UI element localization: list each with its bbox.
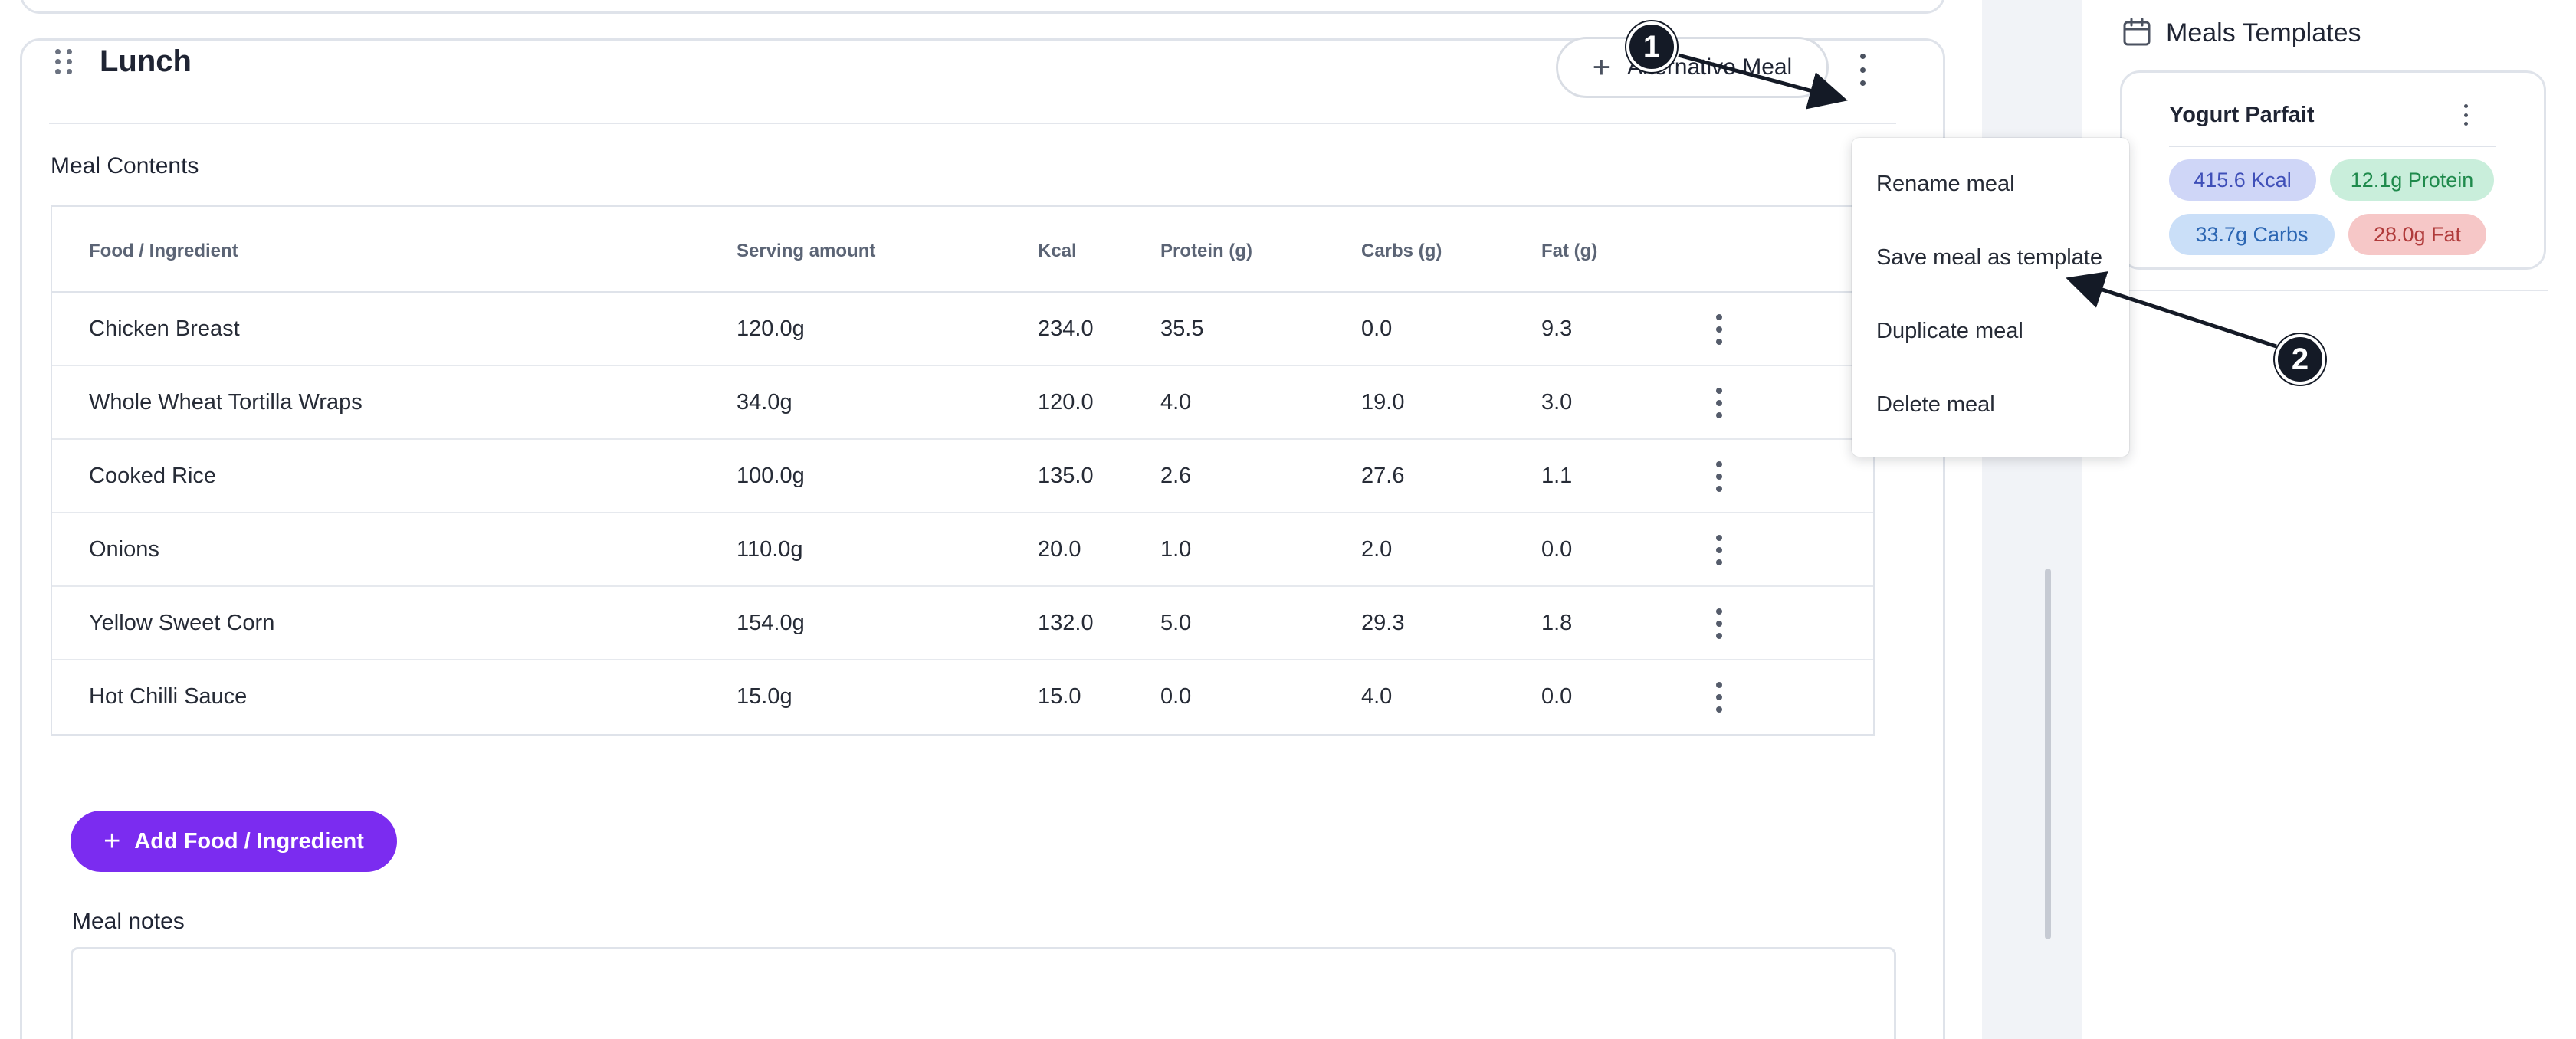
cell-food: Cooked Rice: [89, 464, 217, 488]
meal-options-icon[interactable]: [1855, 54, 1870, 86]
fat-badge: 28.0g Fat: [2348, 214, 2486, 255]
cell-kcal: 120.0: [1038, 390, 1094, 415]
plus-icon: +: [1592, 51, 1611, 84]
cell-protein: 35.5: [1160, 316, 1204, 341]
meal-contents-table: Food / Ingredient Serving amount Kcal Pr…: [51, 205, 1875, 736]
cell-serving[interactable]: 154.0g: [737, 611, 805, 636]
cell-kcal: 135.0: [1038, 464, 1094, 488]
protein-badge: 12.1g Protein: [2330, 159, 2494, 201]
cell-food: Hot Chilli Sauce: [89, 684, 248, 709]
cell-fat: 1.8: [1541, 611, 1573, 635]
cell-fat: 3.0: [1541, 390, 1573, 415]
plus-icon: +: [103, 825, 121, 857]
cell-food: Chicken Breast: [89, 316, 240, 341]
templates-title: Meals Templates: [2166, 18, 2361, 48]
table-row: Yellow Sweet Corn 154.0g 132.0 5.0 29.3 …: [52, 587, 1873, 660]
table-header: Food / Ingredient Serving amount Kcal Pr…: [52, 207, 1873, 293]
row-options-icon[interactable]: [1713, 314, 1725, 345]
add-food-label: Add Food / Ingredient: [134, 828, 364, 854]
meal-options-menu: Rename meal Save meal as template Duplic…: [1852, 138, 2129, 457]
alternative-meal-button[interactable]: + Alternative Meal: [1556, 37, 1829, 98]
row-options-icon[interactable]: [1713, 682, 1725, 713]
cell-kcal: 132.0: [1038, 611, 1094, 635]
table-row: Onions 110.0g 20.0 1.0 2.0 0.0: [52, 513, 1873, 587]
divider: [2082, 290, 2548, 291]
cell-serving[interactable]: 120.0g: [737, 316, 805, 342]
header-carbs: Carbs (g): [1361, 241, 1442, 261]
header-fat: Fat (g): [1541, 241, 1598, 261]
header-serving: Serving amount: [737, 241, 876, 261]
cell-carbs: 4.0: [1361, 684, 1393, 709]
add-food-button[interactable]: + Add Food / Ingredient: [71, 811, 397, 872]
kcal-badge: 415.6 Kcal: [2169, 159, 2316, 201]
callout-badge: 2: [2275, 334, 2325, 385]
meal-title: Lunch: [100, 44, 192, 78]
cell-carbs: 29.3: [1361, 611, 1405, 635]
cell-protein: 0.0: [1160, 684, 1192, 709]
divider: [49, 123, 1896, 124]
cell-fat: 1.1: [1541, 464, 1573, 488]
menu-item-duplicate[interactable]: Duplicate meal: [1876, 319, 2023, 344]
cell-protein: 5.0: [1160, 611, 1192, 635]
meal-contents-label: Meal Contents: [51, 153, 199, 179]
cell-food: Yellow Sweet Corn: [89, 611, 275, 635]
cell-food: Whole Wheat Tortilla Wraps: [89, 390, 363, 415]
cell-fat: 9.3: [1541, 316, 1573, 341]
divider: [2169, 146, 2496, 147]
meal-notes-label: Meal notes: [72, 909, 185, 934]
row-options-icon[interactable]: [1713, 535, 1725, 565]
calendar-icon: [2123, 18, 2151, 46]
header-food: Food / Ingredient: [89, 241, 238, 261]
cell-protein: 1.0: [1160, 537, 1192, 562]
previous-meal-card: [20, 0, 1945, 14]
cell-serving[interactable]: 34.0g: [737, 390, 792, 415]
row-options-icon[interactable]: [1713, 388, 1725, 418]
menu-item-delete[interactable]: Delete meal: [1876, 392, 1995, 418]
template-options-icon[interactable]: [2462, 104, 2469, 126]
meal-notes-field[interactable]: [71, 947, 1896, 1039]
callout-badge: 1: [1626, 21, 1677, 72]
cell-fat: 0.0: [1541, 684, 1573, 709]
cell-kcal: 234.0: [1038, 316, 1094, 341]
cell-serving[interactable]: 110.0g: [737, 537, 803, 562]
table-row: Hot Chilli Sauce 15.0g 15.0 0.0 4.0 0.0: [52, 660, 1873, 734]
table-row: Chicken Breast 120.0g 234.0 35.5 0.0 9.3: [52, 293, 1873, 366]
header-kcal: Kcal: [1038, 241, 1077, 261]
drag-handle-icon[interactable]: [55, 49, 74, 77]
cell-carbs: 2.0: [1361, 537, 1393, 562]
cell-serving[interactable]: 15.0g: [737, 684, 792, 710]
menu-item-save-template[interactable]: Save meal as template: [1876, 245, 2102, 270]
cell-carbs: 19.0: [1361, 390, 1405, 415]
header-protein: Protein (g): [1160, 241, 1252, 261]
cell-serving[interactable]: 100.0g: [737, 464, 805, 489]
template-name: Yogurt Parfait: [2169, 103, 2315, 127]
cell-protein: 4.0: [1160, 390, 1192, 415]
cell-carbs: 27.6: [1361, 464, 1405, 488]
table-row: Cooked Rice 100.0g 135.0 2.6 27.6 1.1: [52, 440, 1873, 513]
cell-kcal: 20.0: [1038, 537, 1081, 562]
carbs-badge: 33.7g Carbs: [2169, 214, 2335, 255]
scrollbar[interactable]: [2045, 569, 2051, 939]
menu-item-rename[interactable]: Rename meal: [1876, 172, 2015, 197]
cell-kcal: 15.0: [1038, 684, 1081, 709]
cell-fat: 0.0: [1541, 537, 1573, 562]
row-options-icon[interactable]: [1713, 608, 1725, 639]
table-row: Whole Wheat Tortilla Wraps 34.0g 120.0 4…: [52, 366, 1873, 440]
cell-protein: 2.6: [1160, 464, 1192, 488]
cell-food: Onions: [89, 537, 159, 562]
row-options-icon[interactable]: [1713, 461, 1725, 492]
cell-carbs: 0.0: [1361, 316, 1393, 341]
